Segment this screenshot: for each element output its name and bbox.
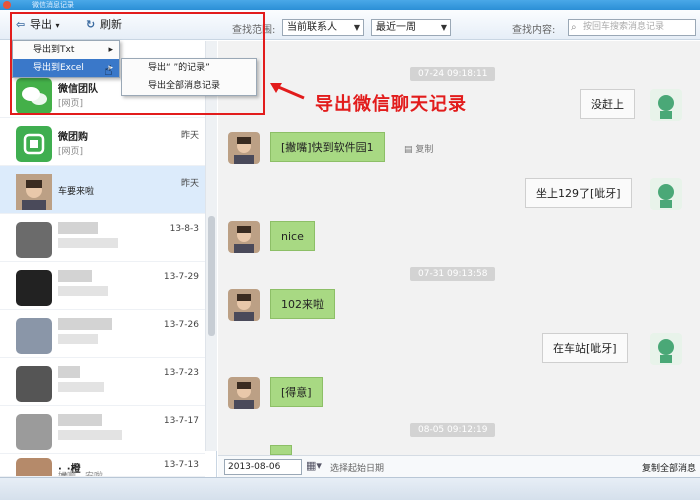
copy-all-link[interactable]: 复制全部消息 — [642, 461, 696, 474]
contact-date: 13-7-29 — [163, 272, 199, 282]
contact-item[interactable]: ·_·橙 好啊，安啦 13-7-13 — [0, 450, 205, 477]
blurred-preview — [58, 286, 108, 296]
chat-footer: 2013-08-06 ▦▾ 选择起始日期 复制全部消息 — [218, 455, 700, 477]
copy-link[interactable]: ▤ 复制 — [404, 142, 433, 155]
date-field[interactable]: 2013-08-06 — [224, 459, 302, 475]
contact-name: 微团购 — [58, 132, 88, 143]
window-title: 微信消息记录 — [32, 1, 74, 9]
blurred-preview — [58, 334, 98, 344]
contact-preview: 车要来啦 — [58, 187, 95, 197]
contact-item[interactable]: 13-8-3 — [0, 214, 205, 262]
chevron-down-icon: ▼ — [440, 23, 447, 32]
contact-date: 昨天 — [180, 131, 199, 141]
message-bubble-out: 坐上129了[呲牙] — [525, 178, 632, 208]
contact-preview: [网页] — [58, 147, 84, 157]
contact-date: 13-7-26 — [163, 320, 199, 330]
blurred-preview — [58, 430, 122, 440]
blurred-name — [58, 270, 92, 282]
app-icon — [3, 1, 11, 9]
scrollbar-thumb[interactable] — [208, 216, 215, 336]
avatar — [16, 414, 52, 450]
contact-date: 13-7-23 — [163, 368, 199, 378]
blurred-name — [58, 366, 80, 378]
window-titlebar: 微信消息记录 — [0, 0, 700, 10]
message-bubble-in — [270, 445, 292, 455]
avatar — [16, 366, 52, 402]
person-photo-icon — [234, 382, 254, 409]
avatar — [16, 458, 52, 476]
message-bubble-in: nice — [270, 221, 315, 251]
avatar — [228, 289, 260, 321]
timestamp: 08-05 09:12:19 — [410, 423, 496, 437]
message-bubble-out: 在车站[呲牙] — [542, 333, 628, 363]
contact-item-selected[interactable]: 车要来啦 昨天 — [0, 166, 205, 214]
contact-date: 昨天 — [180, 179, 199, 189]
group-buy-avatar — [16, 126, 52, 162]
status-bar — [0, 477, 700, 500]
timestamp: 07-24 09:18:11 — [410, 67, 496, 81]
blurred-name — [58, 222, 98, 234]
blurred-name — [58, 414, 102, 426]
search-placeholder: 按回车搜索消息记录 — [583, 22, 665, 32]
cartoon-avatar-icon — [658, 184, 674, 208]
contact-date: 13-7-13 — [163, 460, 199, 470]
range-value: 当前联系人 — [287, 22, 337, 33]
contact-item[interactable]: 13-7-17 — [0, 406, 205, 454]
blurred-name — [58, 318, 112, 330]
contact-item[interactable]: 13-7-29 — [0, 262, 205, 310]
contact-date: 13-8-3 — [169, 224, 199, 234]
avatar — [228, 132, 260, 164]
avatar — [16, 174, 52, 210]
avatar — [16, 318, 52, 354]
bag-icon — [23, 133, 45, 155]
annotation-highlight-box — [10, 12, 265, 115]
contact-item[interactable]: 微团购 [网页] 昨天 — [0, 118, 205, 166]
person-photo-icon — [234, 226, 254, 253]
period-value: 最近一周 — [376, 22, 416, 33]
blurred-preview — [58, 238, 118, 248]
search-icon: ⌕ — [571, 22, 577, 33]
person-photo-icon — [234, 137, 254, 164]
timestamp: 07-31 09:13:58 — [410, 267, 496, 281]
copy-icon: ▤ — [404, 145, 416, 155]
blurred-preview — [58, 382, 104, 392]
chevron-down-icon: ▼ — [353, 23, 360, 32]
period-select[interactable]: 最近一周 ▼ — [371, 19, 451, 36]
avatar — [228, 221, 260, 253]
cartoon-avatar-icon — [658, 95, 674, 119]
contact-item[interactable]: 13-7-23 — [0, 358, 205, 406]
message-bubble-in: [得意] — [270, 377, 323, 407]
message-bubble-in: [撇嘴]快到软件园1 — [270, 132, 385, 162]
person-photo-icon — [16, 174, 52, 210]
avatar — [228, 377, 260, 409]
range-select[interactable]: 当前联系人 ▼ — [282, 19, 364, 36]
avatar — [650, 178, 682, 210]
search-input[interactable]: ⌕ 按回车搜索消息记录 — [568, 19, 696, 36]
annotation-text: 导出微信聊天记录 — [315, 94, 467, 115]
message-bubble-in: 102来啦 — [270, 289, 335, 319]
cartoon-avatar-icon — [658, 339, 674, 363]
avatar — [650, 333, 682, 365]
contact-item[interactable]: 13-7-26 — [0, 310, 205, 358]
contact-date: 13-7-17 — [163, 416, 199, 426]
copy-label: 复制 — [415, 145, 434, 155]
message-bubble-out: 没赶上 — [580, 89, 635, 119]
calendar-icon[interactable]: ▦▾ — [306, 459, 322, 472]
pick-date-label: 选择起始日期 — [330, 464, 385, 474]
avatar — [16, 270, 52, 306]
content-label: 查找内容: — [512, 25, 556, 36]
contact-preview: 好啊，安啦 — [58, 472, 104, 477]
annotation-arrow-icon — [270, 83, 305, 100]
avatar — [16, 222, 52, 258]
date-value: 2013-08-06 — [228, 462, 281, 472]
avatar — [650, 89, 682, 121]
person-photo-icon — [234, 294, 254, 321]
